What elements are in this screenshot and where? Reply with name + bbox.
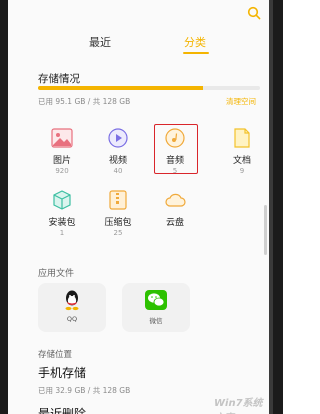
storage-section-title: 存储情况 — [38, 73, 80, 85]
category-documents[interactable]: 文档 9 — [220, 128, 264, 175]
cloud-icon — [165, 193, 186, 207]
storage-location-title: 存储位置 — [38, 350, 73, 360]
wechat-icon — [145, 290, 167, 310]
tab-recent[interactable]: 最近 — [89, 34, 111, 50]
category-cloud[interactable]: 云盘 — [153, 190, 197, 229]
archive-icon — [109, 190, 127, 210]
category-count: 40 — [113, 167, 123, 175]
package-icon — [53, 190, 71, 210]
category-count: 1 — [59, 229, 65, 237]
category-count: 9 — [239, 167, 245, 175]
app-label: 微信 — [149, 317, 163, 325]
app-file-wechat[interactable]: 微信 — [122, 283, 190, 332]
tab-bar: 最近 分类 — [8, 34, 269, 58]
category-images[interactable]: 图片 920 — [40, 128, 84, 175]
category-archives[interactable]: 压缩包 25 — [96, 190, 140, 237]
category-count: 25 — [113, 229, 123, 237]
file-manager-screen: 最近 分类 存储情况 已用 95.1 GB / 共 128 GB 清理空间 图片… — [8, 0, 269, 414]
category-label: 压缩包 — [104, 218, 132, 228]
recently-deleted-item[interactable]: 最近删除 — [38, 405, 86, 414]
category-count: 920 — [55, 167, 69, 175]
category-label: 文档 — [232, 156, 251, 166]
search-icon[interactable] — [247, 6, 261, 20]
watermark-logo: Win7系统之家 — [214, 398, 263, 414]
category-label: 安装包 — [48, 218, 76, 228]
category-label: 图片 — [52, 156, 71, 166]
category-packages[interactable]: 安装包 1 — [40, 190, 84, 237]
phone-frame: 最近 分类 存储情况 已用 95.1 GB / 共 128 GB 清理空间 图片… — [0, 0, 283, 414]
video-icon — [108, 128, 128, 148]
app-files-title: 应用文件 — [38, 269, 75, 279]
category-label: 视频 — [108, 156, 127, 166]
app-label: QQ — [66, 315, 78, 323]
storage-used-text: 已用 95.1 GB / 共 128 GB — [38, 97, 131, 106]
phone-storage-used-text: 已用 32.9 GB / 共 128 GB — [38, 386, 131, 395]
image-icon — [51, 128, 73, 148]
phone-bezel-left — [0, 0, 8, 414]
scrollbar-thumb[interactable] — [264, 205, 267, 255]
phone-bezel-right — [269, 0, 283, 414]
annotation-highlight-box — [154, 124, 198, 174]
clean-space-link[interactable]: 清理空间 — [226, 96, 256, 107]
category-label: 云盘 — [165, 218, 184, 228]
storage-progress-bar — [38, 86, 260, 90]
phone-storage-item[interactable]: 手机存储 — [38, 364, 86, 381]
category-videos[interactable]: 视频 40 — [96, 128, 140, 175]
storage-progress-fill — [38, 86, 203, 90]
tab-category[interactable]: 分类 — [184, 34, 206, 50]
document-icon — [234, 128, 250, 148]
qq-icon — [65, 290, 79, 311]
app-file-qq[interactable]: QQ — [38, 283, 106, 332]
active-tab-indicator — [183, 52, 209, 54]
